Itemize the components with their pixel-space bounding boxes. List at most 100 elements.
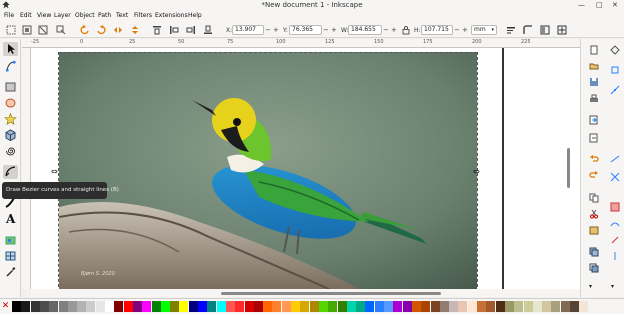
rotate-cw-icon[interactable] <box>96 25 106 35</box>
color-swatch[interactable] <box>421 301 431 312</box>
scale-handle-left-icon[interactable]: ⇔ <box>51 167 58 176</box>
color-swatch[interactable] <box>560 301 570 312</box>
flip-vertical-icon[interactable] <box>130 25 140 35</box>
select-all-layers-icon[interactable] <box>22 25 32 35</box>
color-swatch[interactable] <box>439 301 449 312</box>
color-swatch[interactable] <box>39 301 49 312</box>
color-swatch[interactable] <box>123 301 133 312</box>
export-icon[interactable] <box>589 133 599 143</box>
menu-text[interactable]: Text <box>116 12 128 20</box>
color-swatch[interactable] <box>458 301 468 312</box>
scale-corners-icon[interactable] <box>523 25 533 35</box>
menu-file[interactable]: File <box>4 12 14 20</box>
close-button[interactable]: ✕ <box>612 0 618 10</box>
x-decrement-button[interactable]: − <box>265 25 271 35</box>
raise-to-top-icon[interactable] <box>203 25 213 35</box>
color-swatch[interactable] <box>207 301 217 312</box>
color-swatch[interactable] <box>365 301 375 312</box>
color-swatch[interactable] <box>523 301 533 312</box>
menu-path[interactable]: Path <box>98 12 111 20</box>
color-swatch[interactable] <box>244 301 254 312</box>
h-increment-button[interactable]: + <box>462 25 468 35</box>
color-swatch[interactable] <box>318 301 328 312</box>
color-swatch[interactable] <box>86 301 96 312</box>
lower-to-bottom-icon[interactable] <box>152 25 162 35</box>
menu-object[interactable]: Object <box>75 12 95 20</box>
text-tool-icon[interactable]: A <box>3 211 18 225</box>
h-input[interactable]: 107.715 <box>421 25 453 35</box>
maximize-button[interactable]: □ <box>596 0 603 10</box>
color-swatch[interactable] <box>160 301 170 312</box>
touch-select-icon[interactable] <box>56 25 66 35</box>
color-swatch[interactable] <box>67 301 77 312</box>
chevron-down-icon[interactable]: ▾ <box>589 283 592 290</box>
snap-paths-icon[interactable] <box>610 154 620 164</box>
horizontal-scrollbar-thumb[interactable] <box>221 292 441 295</box>
color-swatch[interactable] <box>402 301 412 312</box>
deselect-icon[interactable] <box>38 25 48 35</box>
color-swatch[interactable] <box>411 301 421 312</box>
move-patterns-icon[interactable] <box>557 25 567 35</box>
rect-tool-icon[interactable] <box>3 80 18 94</box>
color-swatch[interactable] <box>114 301 124 312</box>
color-swatch[interactable] <box>179 301 189 312</box>
color-swatch[interactable] <box>142 301 152 312</box>
color-swatch[interactable] <box>477 301 486 312</box>
color-swatch[interactable] <box>30 301 40 312</box>
color-swatch[interactable] <box>309 301 319 312</box>
w-decrement-button[interactable]: − <box>383 25 389 35</box>
snap-intersections-icon[interactable] <box>610 172 620 182</box>
menu-edit[interactable]: Edit <box>20 12 32 20</box>
color-swatch[interactable] <box>356 301 366 312</box>
color-swatch[interactable] <box>542 301 552 312</box>
scale-handle-right-icon[interactable]: ⇔ <box>473 167 480 176</box>
vertical-scrollbar-thumb[interactable] <box>567 148 570 188</box>
lower-icon[interactable] <box>169 25 179 35</box>
color-swatch[interactable] <box>514 301 524 312</box>
color-swatch[interactable] <box>216 301 226 312</box>
raise-icon[interactable] <box>186 25 196 35</box>
x-increment-button[interactable]: + <box>273 25 279 35</box>
color-swatch[interactable] <box>384 301 393 312</box>
color-swatch[interactable] <box>430 301 440 312</box>
y-input[interactable]: 76.365 <box>289 25 322 35</box>
save-icon[interactable] <box>589 77 599 87</box>
paste-icon[interactable] <box>589 225 599 235</box>
menu-layer[interactable]: Layer <box>54 12 71 20</box>
menu-view[interactable]: View <box>37 12 51 20</box>
menu-filters[interactable]: Filters <box>134 12 152 20</box>
x-input[interactable]: 13.907 <box>232 25 264 35</box>
color-swatch[interactable] <box>21 301 31 312</box>
snap-guide-icon[interactable] <box>610 251 620 261</box>
color-swatch[interactable] <box>374 301 384 312</box>
snap-nodes-icon[interactable] <box>610 85 620 95</box>
node-tool-icon[interactable] <box>3 59 18 73</box>
flip-horizontal-icon[interactable] <box>113 25 123 35</box>
ellipse-tool-icon[interactable] <box>3 96 18 110</box>
color-swatch[interactable] <box>272 301 282 312</box>
color-swatch[interactable] <box>449 301 459 312</box>
color-swatch[interactable] <box>346 301 356 312</box>
color-swatch[interactable] <box>170 301 180 312</box>
color-swatch[interactable] <box>235 301 245 312</box>
color-swatch[interactable] <box>467 301 477 312</box>
dropper-tool-icon[interactable] <box>3 265 18 279</box>
color-swatch[interactable] <box>281 301 291 312</box>
menu-help[interactable]: Help <box>188 12 202 20</box>
undo-icon[interactable] <box>589 154 599 164</box>
mesh-tool-icon[interactable] <box>3 249 18 263</box>
3d-box-tool-icon[interactable] <box>3 128 18 142</box>
horizontal-scrollbar[interactable] <box>31 289 580 297</box>
drawing-canvas[interactable]: Bjørn S. 2020 ⇔ ⇔ <box>31 48 580 289</box>
bezier-tool-icon[interactable] <box>3 165 18 179</box>
clone-icon[interactable] <box>589 263 599 273</box>
color-swatch[interactable] <box>291 301 300 312</box>
import-icon[interactable] <box>589 115 599 125</box>
redo-icon[interactable] <box>589 170 599 180</box>
rotate-ccw-icon[interactable] <box>80 25 90 35</box>
color-swatch[interactable] <box>570 301 579 312</box>
color-swatch[interactable] <box>198 301 207 312</box>
duplicate-icon[interactable] <box>589 247 599 257</box>
no-paint-swatch[interactable]: ✕ <box>1 301 10 312</box>
snap-smooth-icon[interactable] <box>610 219 620 229</box>
